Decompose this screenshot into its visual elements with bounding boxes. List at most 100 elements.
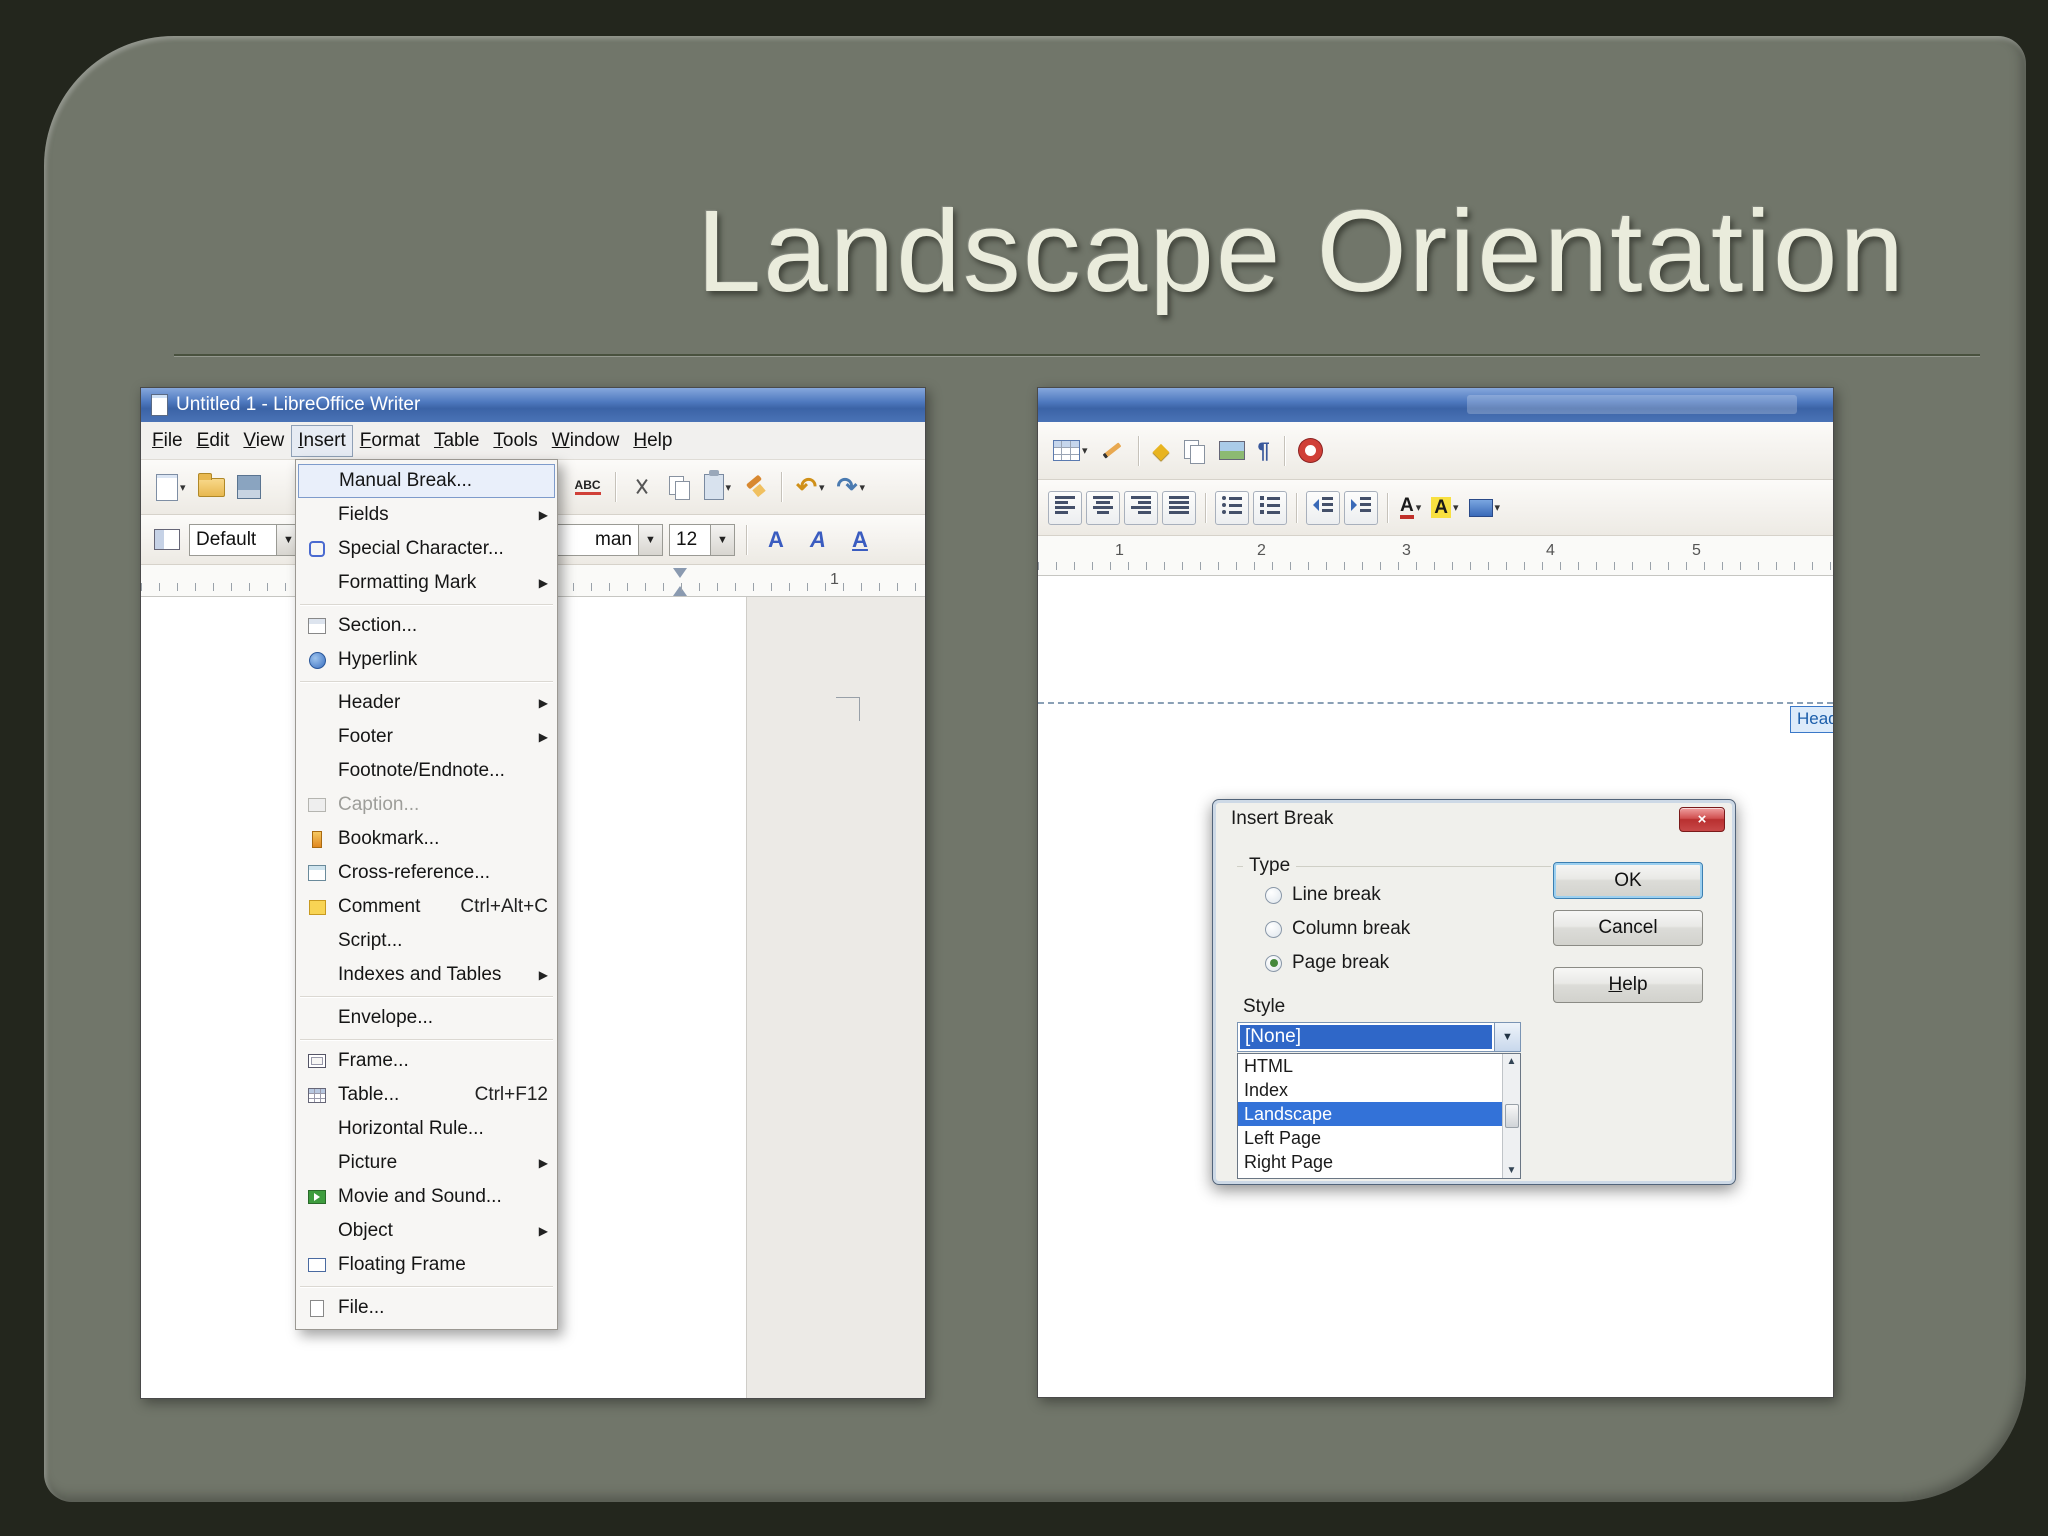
ok-button[interactable]: OK: [1553, 862, 1703, 899]
menu-item-indexes-and-tables[interactable]: Indexes and Tables ▶: [296, 958, 557, 992]
style-combo[interactable]: [None] ▼: [1237, 1022, 1521, 1052]
menubar-item-tools[interactable]: Tools: [486, 425, 544, 457]
style-option-index[interactable]: Index: [1238, 1078, 1502, 1102]
menu-item-envelope[interactable]: Envelope...: [296, 1001, 557, 1035]
decrease-indent-button[interactable]: [1306, 490, 1340, 525]
radio-page-break[interactable]: Page break: [1265, 952, 1389, 974]
cut-button[interactable]: [627, 468, 657, 506]
menubar-item-window[interactable]: Window: [545, 425, 627, 457]
menu-item-file[interactable]: File...: [296, 1291, 557, 1325]
menu-item-formatting-mark[interactable]: Formatting Mark ▶: [296, 566, 557, 600]
open-button[interactable]: [195, 468, 228, 506]
indent-marker[interactable]: [673, 568, 687, 596]
window-titlebar[interactable]: [1038, 388, 1833, 422]
menubar-item-table[interactable]: Table: [427, 425, 486, 457]
menu-item-label: Table...: [338, 1084, 400, 1105]
menu-item-manual-break[interactable]: Manual Break...: [298, 464, 555, 498]
menu-item-cross-reference[interactable]: Cross-reference...: [296, 856, 557, 890]
style-option-right-page[interactable]: Right Page: [1238, 1150, 1502, 1174]
submenu-arrow-icon: ▶: [538, 576, 548, 590]
radio-circle-icon[interactable]: [1265, 886, 1282, 904]
menu-item-frame[interactable]: Frame...: [296, 1044, 557, 1078]
paragraph-style-combo[interactable]: Default ▼: [189, 523, 301, 556]
increase-indent-button[interactable]: [1344, 490, 1378, 525]
redo-button[interactable]: ↷ ▾: [834, 468, 868, 506]
background-color-button[interactable]: ▾: [1466, 489, 1504, 527]
paste-button[interactable]: ▾: [701, 468, 735, 506]
menu-item-footnote-endnote[interactable]: Footnote/Endnote...: [296, 754, 557, 788]
menu-item-picture[interactable]: Picture ▶: [296, 1146, 557, 1180]
close-button[interactable]: ×: [1679, 807, 1725, 832]
format-paintbrush-button[interactable]: [740, 468, 770, 506]
menu-item-object[interactable]: Object ▶: [296, 1214, 557, 1248]
header-tag[interactable]: Head: [1790, 706, 1833, 733]
menubar-item-help[interactable]: Help: [626, 425, 679, 457]
radio-selected-icon[interactable]: [1265, 954, 1282, 972]
help-button[interactable]: Help: [1553, 967, 1703, 1003]
menu-item-comment[interactable]: Comment Ctrl+Alt+C: [296, 890, 557, 924]
window-titlebar[interactable]: Untitled 1 - LibreOffice Writer: [141, 388, 925, 422]
style-option-landscape[interactable]: Landscape: [1238, 1102, 1502, 1126]
menu-item-horizontal-rule[interactable]: Horizontal Rule...: [296, 1112, 557, 1146]
cancel-button[interactable]: Cancel: [1553, 910, 1703, 946]
underline-button[interactable]: A: [842, 521, 878, 559]
blank-icon: [302, 724, 332, 750]
help-button[interactable]: [1296, 432, 1325, 470]
align-left-button[interactable]: [1048, 490, 1082, 525]
scroll-down-icon[interactable]: ▼: [1507, 1165, 1517, 1176]
style-option-html[interactable]: HTML: [1238, 1054, 1502, 1078]
align-center-button[interactable]: [1086, 490, 1120, 525]
highlighting-button[interactable]: A ▾: [1428, 489, 1461, 527]
menu-item-footer[interactable]: Footer ▶: [296, 720, 557, 754]
scroll-up-icon[interactable]: ▲: [1507, 1056, 1517, 1067]
menu-item-hyperlink[interactable]: Hyperlink: [296, 643, 557, 677]
justify-button[interactable]: [1162, 490, 1196, 525]
copy-button[interactable]: [663, 468, 695, 506]
draw-functions-button[interactable]: [1097, 432, 1127, 470]
bold-button[interactable]: A: [758, 521, 794, 559]
data-sources-button[interactable]: [1178, 432, 1210, 470]
menu-item-bookmark[interactable]: Bookmark...: [296, 822, 557, 856]
bullet-list-button[interactable]: [1215, 490, 1249, 525]
radio-label: Line break: [1292, 884, 1381, 905]
titlebar-highlight: [1467, 395, 1797, 414]
save-button[interactable]: [234, 468, 264, 506]
dropdown-arrow-icon[interactable]: ▼: [638, 524, 662, 555]
radio-column-break[interactable]: Column break: [1265, 918, 1410, 940]
formatting-marks-button[interactable]: ¶: [1254, 432, 1272, 470]
insert-table-button[interactable]: ▾: [1050, 432, 1091, 470]
italic-button[interactable]: A: [800, 521, 836, 559]
align-right-button[interactable]: [1124, 490, 1158, 525]
style-option-left-page[interactable]: Left Page: [1238, 1126, 1502, 1150]
radio-circle-icon[interactable]: [1265, 920, 1282, 938]
menu-item-floating-frame[interactable]: Floating Frame: [296, 1248, 557, 1282]
chevron-down-icon: ▾: [1415, 502, 1422, 514]
menu-item-section[interactable]: Section...: [296, 609, 557, 643]
menubar-item-file[interactable]: File: [145, 425, 190, 457]
font-color-button[interactable]: A ▾: [1397, 489, 1424, 527]
submenu-arrow-icon: ▶: [538, 1156, 548, 1170]
navigator-button[interactable]: ◆: [1150, 432, 1173, 470]
menu-item-movie-and-sound[interactable]: Movie and Sound...: [296, 1180, 557, 1214]
spellcheck-button[interactable]: ABC: [572, 468, 604, 506]
numbered-list-button[interactable]: [1253, 490, 1287, 525]
menu-item-special-character[interactable]: Special Character...: [296, 532, 557, 566]
menu-item-header[interactable]: Header ▶: [296, 686, 557, 720]
dropdown-arrow-icon[interactable]: ▼: [1494, 1023, 1520, 1051]
radio-line-break[interactable]: Line break: [1265, 884, 1381, 906]
menubar-item-view[interactable]: View: [236, 425, 291, 457]
menubar-item-edit[interactable]: Edit: [190, 425, 237, 457]
menu-item-script[interactable]: Script...: [296, 924, 557, 958]
menubar-item-format[interactable]: Format: [353, 425, 427, 457]
menu-item-fields[interactable]: Fields ▶: [296, 498, 557, 532]
gallery-button[interactable]: [1216, 432, 1248, 470]
dropdown-arrow-icon[interactable]: ▼: [710, 524, 734, 555]
font-size-combo[interactable]: 12 ▼: [669, 523, 735, 556]
scrollbar-thumb[interactable]: [1504, 1104, 1519, 1128]
menubar-item-insert[interactable]: Insert: [291, 424, 353, 457]
style-apply-button[interactable]: [151, 521, 183, 559]
new-document-button[interactable]: ▾: [153, 468, 189, 506]
menu-item-table[interactable]: Table... Ctrl+F12: [296, 1078, 557, 1112]
scrollbar[interactable]: ▲ ▼: [1502, 1054, 1520, 1178]
undo-button[interactable]: ↶ ▾: [793, 468, 827, 506]
